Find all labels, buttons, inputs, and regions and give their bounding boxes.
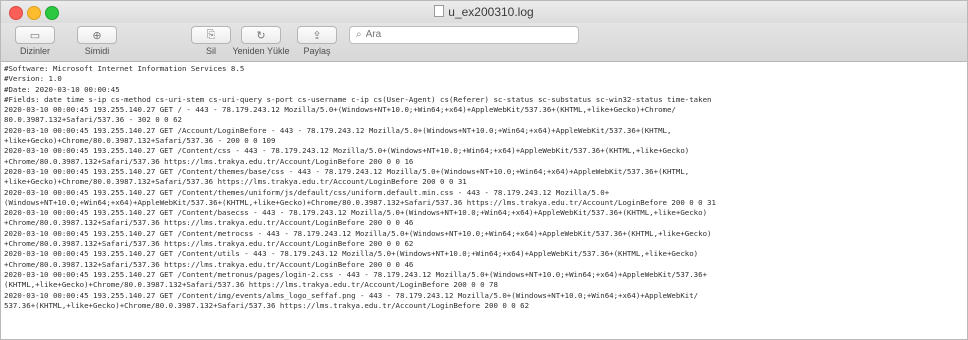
log-text: #Software: Microsoft Internet Informatio… xyxy=(1,62,967,313)
log-line: 2020-03-10 00:00:45 193.255.140.27 GET /… xyxy=(4,208,708,218)
log-line: 2020-03-10 00:00:45 193.255.140.27 GET /… xyxy=(4,228,712,238)
log-line: (Windows+NT+10.0;+Win64;+x64)+AppleWebKi… xyxy=(4,197,716,207)
toolbar-item-share[interactable]: ⇪ Paylaş xyxy=(291,26,343,56)
title-bar: u_ex200310.log xyxy=(1,1,967,24)
zoom-button[interactable]: ⊕ xyxy=(77,26,117,44)
log-line: +Chrome/80.0.3987.132+Safari/537.36 http… xyxy=(4,156,414,166)
log-line: 2020-03-10 00:00:45 193.255.140.27 GET /… xyxy=(4,146,690,156)
search-icon: ⌕ xyxy=(356,29,362,40)
log-line: 2020-03-10 00:00:45 193.255.140.27 GET /… xyxy=(4,125,672,135)
toolbar-item-sidebar[interactable]: ▭ Dizinler xyxy=(9,26,61,56)
share-label: Paylaş xyxy=(303,46,331,56)
toolbar-item-clear[interactable]: ⎘ Sil xyxy=(185,26,237,56)
log-line: 2020-03-10 00:00:45 193.255.140.27 GET /… xyxy=(4,249,699,259)
log-line: 2020-03-10 00:00:45 193.255.140.27 GET /… xyxy=(4,166,690,176)
clear-button[interactable]: ⎘ xyxy=(191,26,231,44)
sidebar-label: Dizinler xyxy=(19,46,50,56)
log-line: 2020-03-10 00:00:45 193.255.140.27 GET /… xyxy=(4,290,699,300)
reload-icon: ↻ xyxy=(256,29,266,42)
window-title: u_ex200310.log xyxy=(448,5,534,19)
log-line: +Chrome/80.0.3987.132+Safari/537.36 http… xyxy=(4,218,414,228)
toolbar-item-zoom[interactable]: ⊕ Simidi xyxy=(71,26,123,56)
clear-label: Sil xyxy=(205,46,216,56)
log-line: #Date: 2020-03-10 00:00:45 xyxy=(4,84,120,94)
search-field[interactable]: ⌕ xyxy=(349,26,579,44)
log-content-area[interactable]: #Software: Microsoft Internet Informatio… xyxy=(1,62,967,339)
log-line: 80.0.3987.132+Safari/537.36 - 302 0 0 62 xyxy=(4,115,182,125)
document-icon xyxy=(434,5,445,17)
reload-label: Yeniden Yükle xyxy=(232,46,290,56)
log-line: 2020-03-10 00:00:45 193.255.140.27 GET /… xyxy=(4,105,676,115)
log-line: #Version: 1.0 xyxy=(4,74,62,84)
log-line: (KHTML,+like+Gecko)+Chrome/80.0.3987.132… xyxy=(4,280,498,290)
search-input[interactable] xyxy=(365,29,546,40)
log-line: +Chrome/80.0.3987.132+Safari/537.36 http… xyxy=(4,239,414,249)
zoom-icon: ⊕ xyxy=(92,29,102,42)
share-button[interactable]: ⇪ xyxy=(297,26,337,44)
toolbar: ▭ Dizinler ⊕ Simidi ⎘ Sil ↻ Yeniden Yükl… xyxy=(1,23,967,62)
log-viewer-window: u_ex200310.log ▭ Dizinler ⊕ Simidi ⎘ Sil… xyxy=(0,0,968,340)
log-line: +Chrome/80.0.3987.132+Safari/537.36 http… xyxy=(4,259,414,269)
log-line: 537.36+(KHTML,+like+Gecko)+Chrome/80.0.3… xyxy=(4,300,530,310)
log-line: +like+Gecko)+Chrome/80.0.3987.132+Safari… xyxy=(4,177,467,187)
log-line: +like+Gecko)+Chrome/80.0.3987.132+Safari… xyxy=(4,136,276,146)
share-icon: ⇪ xyxy=(312,29,322,42)
log-line: #Software: Microsoft Internet Informatio… xyxy=(4,64,245,73)
sidebar-button[interactable]: ▭ xyxy=(15,26,55,44)
log-line: 2020-03-10 00:00:45 193.255.140.27 GET /… xyxy=(4,187,610,197)
reload-button[interactable]: ↻ xyxy=(241,26,281,44)
toolbar-item-reload[interactable]: ↻ Yeniden Yükle xyxy=(231,26,291,56)
zoom-label: Simidi xyxy=(84,46,110,56)
clear-icon: ⎘ xyxy=(206,28,216,41)
log-line: 2020-03-10 00:00:45 193.255.140.27 GET /… xyxy=(4,269,708,279)
log-line: #Fields: date time s-ip cs-method cs-uri… xyxy=(4,94,712,104)
sidebar-icon: ▭ xyxy=(29,29,41,42)
window-title-area: u_ex200310.log xyxy=(1,5,967,19)
